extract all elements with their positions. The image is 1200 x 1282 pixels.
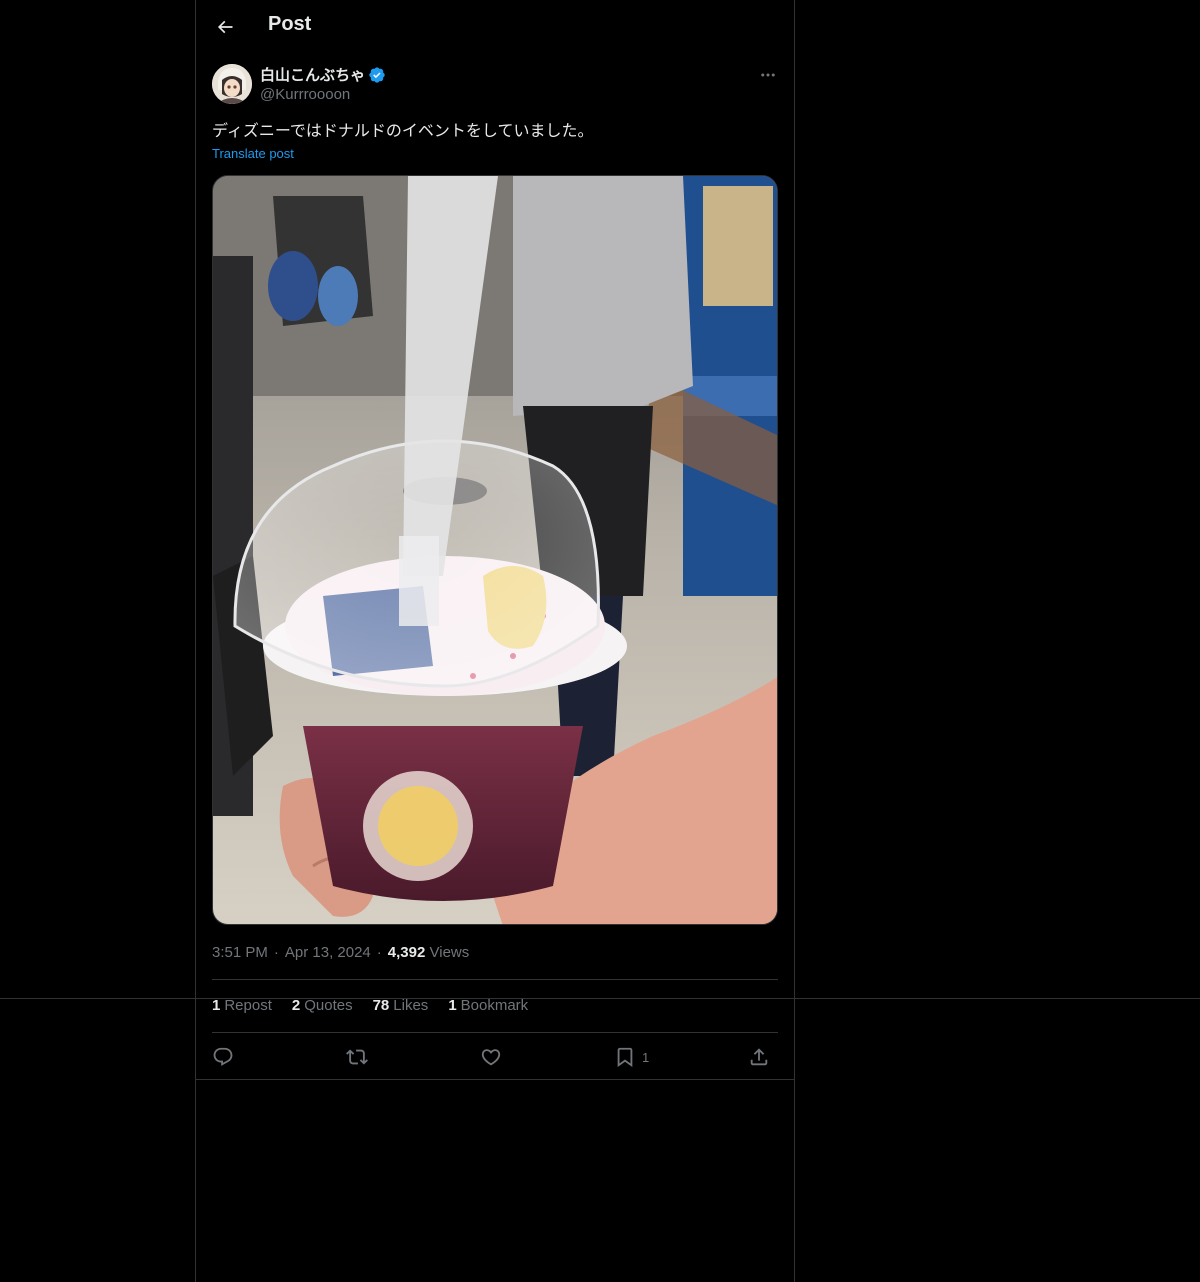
repost-icon <box>346 1049 368 1065</box>
reposts-stat[interactable]: 1 Repost <box>212 997 272 1014</box>
reply-icon <box>213 1047 233 1066</box>
reposts-label: Repost <box>224 997 272 1014</box>
action-bar: 1 <box>212 1040 778 1074</box>
more-options-button[interactable] <box>754 62 782 88</box>
author-display-name[interactable]: 白山こんぶちゃ <box>260 64 365 85</box>
post-text: ディズニーではドナルドのイベントをしていました。 <box>212 121 594 140</box>
heart-icon <box>481 1049 501 1066</box>
back-button[interactable] <box>208 10 242 44</box>
drink-cup-photo <box>213 176 777 924</box>
avatar-image <box>212 64 252 104</box>
quotes-stat[interactable]: 2 Quotes <box>292 997 353 1014</box>
post-date[interactable]: Apr 13, 2024 <box>285 944 371 961</box>
author-name-row: 白山こんぶちゃ <box>260 64 386 85</box>
views-count: 4,392 <box>387 944 426 961</box>
actions-divider <box>196 1079 794 1080</box>
avatar[interactable] <box>212 64 252 104</box>
main-column: Post 白山こんぶちゃ @Kurrroooon ディズニーではドナルドのイベン… <box>195 0 795 1282</box>
bookmark-button[interactable]: 1 <box>614 1042 649 1072</box>
verified-badge-icon <box>369 66 385 83</box>
quotes-count: 2 <box>291 997 301 1014</box>
post-time[interactable]: 3:51 PM <box>212 944 268 961</box>
quotes-label: Quotes <box>304 997 353 1014</box>
bookmark-count: 1 <box>642 1049 650 1065</box>
repost-button[interactable] <box>346 1042 368 1072</box>
reposts-count: 1 <box>212 997 221 1014</box>
bookmark-icon <box>617 1047 633 1068</box>
post-meta: 3:51 PM · Apr 13, 2024 · 4,392 Views <box>212 944 470 961</box>
share-icon <box>750 1048 768 1066</box>
translate-post-link[interactable]: Translate post <box>212 146 294 161</box>
author-handle[interactable]: @Kurrroooon <box>260 86 350 103</box>
share-button[interactable] <box>748 1042 770 1072</box>
bookmarks-count: 1 <box>448 997 457 1014</box>
likes-count: 78 <box>372 997 390 1014</box>
meta-divider <box>212 979 778 980</box>
bookmarks-stat[interactable]: 1 Bookmark <box>448 997 528 1014</box>
likes-stat[interactable]: 78 Likes <box>373 997 429 1014</box>
engagement-stats: 1 Repost 2 Quotes 78 Likes 1 Bookmark <box>212 997 528 1014</box>
stats-divider <box>212 1032 778 1033</box>
arrow-left-icon <box>217 20 233 34</box>
more-dots-icon <box>761 73 775 77</box>
reply-button[interactable] <box>212 1042 234 1072</box>
post-header: Post <box>196 0 794 53</box>
views-label: Views <box>429 944 470 961</box>
page-title: Post <box>268 13 312 35</box>
post-photo[interactable] <box>212 175 778 925</box>
bookmarks-label: Bookmark <box>460 997 529 1014</box>
like-button[interactable] <box>480 1042 502 1072</box>
likes-label: Likes <box>393 997 429 1014</box>
